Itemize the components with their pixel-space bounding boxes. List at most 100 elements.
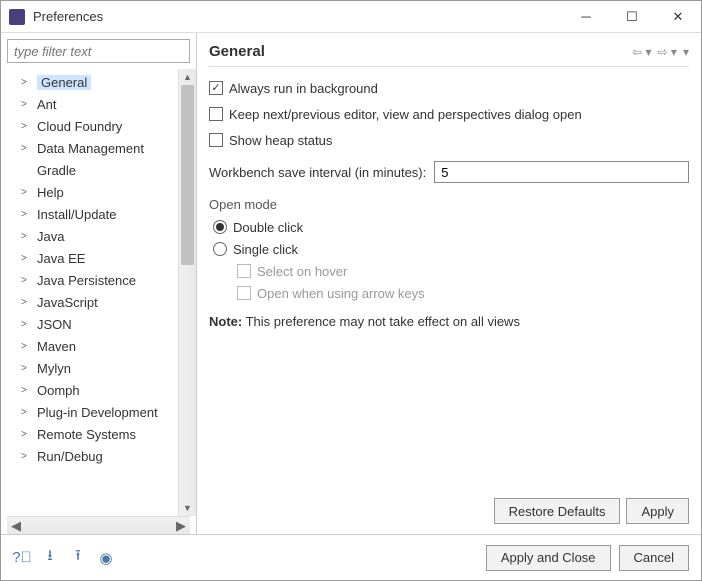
chevron-right-icon[interactable]: > xyxy=(21,429,33,440)
menu-icon[interactable]: ▾ xyxy=(683,45,689,59)
tree-vscrollbar[interactable]: ▲ ▼ xyxy=(178,69,196,516)
app-icon xyxy=(9,9,25,25)
tree-item-label: Run/Debug xyxy=(37,449,103,464)
cancel-button[interactable]: Cancel xyxy=(619,545,689,571)
tree-item-label: Gradle xyxy=(37,163,76,178)
page-title: General xyxy=(209,43,632,60)
checkbox-label: Show heap status xyxy=(229,133,332,148)
preferences-dialog: Preferences ─ ☐ ✕ > General > Ant >Cloud Fou… xyxy=(0,0,702,581)
tree-item[interactable]: >Gradle xyxy=(7,159,178,181)
tree-item[interactable]: > Java EE xyxy=(7,247,178,269)
tree-item[interactable]: > Help xyxy=(7,181,178,203)
chevron-right-icon[interactable]: > xyxy=(21,209,33,220)
select-on-hover-checkbox: Select on hover xyxy=(209,260,689,282)
tree-item[interactable]: >Cloud Foundry xyxy=(7,115,178,137)
radio-icon xyxy=(213,220,227,234)
chevron-right-icon[interactable]: > xyxy=(21,77,33,88)
help-icon[interactable]: ?⃝ xyxy=(13,549,31,567)
tree-item[interactable]: > Mylyn xyxy=(7,357,178,379)
single-click-radio[interactable]: Single click xyxy=(209,238,689,260)
scroll-down-icon[interactable]: ▼ xyxy=(179,500,196,516)
main-panel: General ⇦ ▾ ⇨ ▾ ▾ ✓ Always run in backgr… xyxy=(197,33,701,534)
note-text: Note: This preference may not take effec… xyxy=(209,314,689,329)
sidebar: > General > Ant >Cloud Foundry>Data Manageme… xyxy=(1,33,197,534)
group-title: Open mode xyxy=(209,197,689,212)
checkbox-label: Select on hover xyxy=(257,264,347,279)
tree-item-label: Help xyxy=(37,185,64,200)
chevron-right-icon[interactable]: > xyxy=(21,143,33,154)
chevron-right-icon[interactable]: > xyxy=(21,319,33,330)
scroll-up-icon[interactable]: ▲ xyxy=(179,69,196,85)
tree-item[interactable]: > Run/Debug xyxy=(7,445,178,467)
checkbox-label: Keep next/previous editor, view and pers… xyxy=(229,107,582,122)
always-run-bg-checkbox[interactable]: ✓ Always run in background xyxy=(209,77,689,99)
filter-input[interactable] xyxy=(7,39,190,63)
tree-item-label: Java EE xyxy=(37,251,85,266)
tree-item-label: Plug-in Development xyxy=(37,405,158,420)
tree-item[interactable]: > Install/Update xyxy=(7,203,178,225)
forward-icon[interactable]: ⇨ ▾ xyxy=(658,45,677,59)
chevron-right-icon[interactable]: > xyxy=(21,187,33,198)
tree-item[interactable]: > Java Persistence xyxy=(7,269,178,291)
tree-item[interactable]: > Ant xyxy=(7,93,178,115)
tree-item-label: Java Persistence xyxy=(37,273,136,288)
scroll-right-icon[interactable]: ▶ xyxy=(176,518,186,534)
tree-item[interactable]: > Java xyxy=(7,225,178,247)
tree-item[interactable]: >JSON xyxy=(7,313,178,335)
minimize-button[interactable]: ─ xyxy=(563,1,609,32)
import-icon[interactable]: ⭳ xyxy=(41,549,59,567)
close-button[interactable]: ✕ xyxy=(655,1,701,32)
chevron-right-icon[interactable]: > xyxy=(21,407,33,418)
tree-item[interactable]: >JavaScript xyxy=(7,291,178,313)
chevron-right-icon[interactable]: > xyxy=(21,99,33,110)
chevron-right-icon[interactable]: > xyxy=(21,363,33,374)
window-title: Preferences xyxy=(33,9,563,24)
tree-item-label: Install/Update xyxy=(37,207,117,222)
apply-button[interactable]: Apply xyxy=(626,498,689,524)
tree-item[interactable]: > Remote Systems xyxy=(7,423,178,445)
category-tree[interactable]: > General > Ant >Cloud Foundry>Data Manageme… xyxy=(7,69,178,516)
maximize-button[interactable]: ☐ xyxy=(609,1,655,32)
apply-and-close-button[interactable]: Apply and Close xyxy=(486,545,611,571)
chevron-right-icon[interactable]: > xyxy=(21,385,33,396)
tree-item-label: General xyxy=(37,75,91,90)
chevron-right-icon[interactable]: > xyxy=(21,275,33,286)
checkbox-icon xyxy=(209,133,223,147)
tree-item-label: Remote Systems xyxy=(37,427,136,442)
checkbox-icon: ✓ xyxy=(209,81,223,95)
checkbox-icon xyxy=(237,264,251,278)
tree-hscrollbar[interactable]: ◀ ▶ xyxy=(7,516,190,534)
chevron-right-icon[interactable]: > xyxy=(21,231,33,242)
tree-item-label: Mylyn xyxy=(37,361,71,376)
tree-item-label: Java xyxy=(37,229,64,244)
chevron-right-icon[interactable]: > xyxy=(21,253,33,264)
arrow-keys-checkbox: Open when using arrow keys xyxy=(209,282,689,304)
window-controls: ─ ☐ ✕ xyxy=(563,1,701,32)
back-icon[interactable]: ⇦ ▾ xyxy=(632,45,651,59)
tree-item[interactable]: > General xyxy=(7,71,178,93)
tree-item-label: Oomph xyxy=(37,383,80,398)
chevron-right-icon[interactable]: > xyxy=(21,297,33,308)
radio-icon xyxy=(213,242,227,256)
scroll-thumb[interactable] xyxy=(181,85,194,265)
keep-dialog-checkbox[interactable]: Keep next/previous editor, view and pers… xyxy=(209,103,689,125)
heap-status-checkbox[interactable]: Show heap status xyxy=(209,129,689,151)
scroll-left-icon[interactable]: ◀ xyxy=(11,518,21,534)
tree-item[interactable]: > Oomph xyxy=(7,379,178,401)
record-icon[interactable]: ◉ xyxy=(97,549,115,567)
chevron-right-icon[interactable]: > xyxy=(21,451,33,462)
save-interval-input[interactable] xyxy=(434,161,689,183)
double-click-radio[interactable]: Double click xyxy=(209,216,689,238)
radio-label: Single click xyxy=(233,242,298,257)
footer: ?⃝ ⭳ ⭱ ◉ Apply and Close Cancel xyxy=(1,534,701,580)
tree-item[interactable]: > Plug-in Development xyxy=(7,401,178,423)
chevron-right-icon[interactable]: > xyxy=(21,121,33,132)
tree-item-label: Ant xyxy=(37,97,57,112)
tree-item[interactable]: > Maven xyxy=(7,335,178,357)
tree-item-label: Maven xyxy=(37,339,76,354)
restore-defaults-button[interactable]: Restore Defaults xyxy=(494,498,621,524)
export-icon[interactable]: ⭱ xyxy=(69,549,87,567)
chevron-right-icon[interactable]: > xyxy=(21,341,33,352)
tree-item[interactable]: >Data Management xyxy=(7,137,178,159)
checkbox-icon xyxy=(237,286,251,300)
